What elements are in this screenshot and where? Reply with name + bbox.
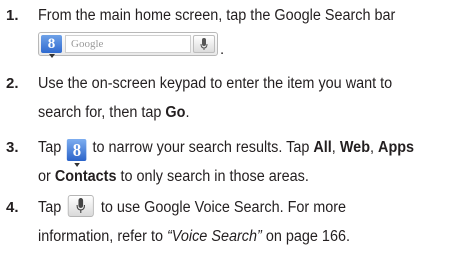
voice-search-reference: “Voice Search”: [166, 227, 262, 245]
step-2-line-1: Use the on-screen keypad to enter the it…: [38, 75, 393, 92]
step-3-line-2-end: to only search in those areas.: [116, 167, 309, 185]
google-g-glyph: 8: [72, 140, 82, 160]
search-field: Google: [65, 35, 191, 53]
step-text: Tap 8 to narrow your search results. Tap…: [38, 134, 429, 191]
step-2-line-2-end: .: [185, 103, 190, 121]
step-4-line-1-start: Tap: [38, 199, 66, 216]
step-3: 3. Tap 8 to narrow your search results. …: [0, 134, 466, 192]
google-search-icon: 8: [67, 139, 87, 167]
google-search-bar-image: 8 Google: [38, 32, 218, 58]
step-number: 1.: [6, 7, 19, 24]
option-contacts: Contacts: [54, 167, 117, 185]
step-text: Use the on-screen keypad to enter the it…: [38, 70, 429, 127]
step-3-line-1-mid: to narrow your search results. Tap: [88, 139, 314, 156]
step-4: 4. Tap to use Google Voice Search. For m…: [0, 194, 466, 252]
step-number: 3.: [6, 139, 19, 156]
step-number: 4.: [6, 199, 19, 216]
step-2: 2. Use the on-screen keypad to enter the…: [0, 70, 466, 128]
step-number: 2.: [6, 75, 19, 92]
option-apps: Apps: [378, 139, 415, 156]
separator: ,: [331, 139, 340, 156]
google-search-icon: 8: [41, 35, 62, 58]
step-1: 1. From the main home screen, tap the Go…: [0, 2, 466, 60]
microphone-icon: [193, 35, 215, 53]
option-web: Web: [339, 139, 371, 156]
step-text: From the main home screen, tap the Googl…: [38, 2, 429, 31]
step-1-line-1: From the main home screen, tap the Googl…: [38, 7, 396, 24]
dropdown-triangle-icon: [49, 54, 55, 58]
step-3-line-1-start: Tap: [38, 139, 66, 156]
option-all: All: [313, 139, 332, 156]
step-3-line-2-start: or: [38, 167, 55, 185]
microphone-icon: [68, 195, 95, 217]
separator: ,: [370, 139, 379, 156]
step-2-line-2: search for, then tap: [38, 103, 166, 121]
step-text: Tap to use Google Voice Search. For more…: [38, 194, 429, 251]
sentence-period: .: [220, 41, 225, 58]
step-4-line-2-start: information, refer to: [38, 227, 167, 245]
google-g-glyph: 8: [47, 36, 56, 52]
step-4-line-1-end: to use Google Voice Search. For more: [96, 199, 347, 216]
step-4-line-2-end: on page 166.: [261, 227, 350, 245]
go-keyword: Go: [165, 103, 186, 121]
dropdown-triangle-icon: [74, 163, 81, 167]
